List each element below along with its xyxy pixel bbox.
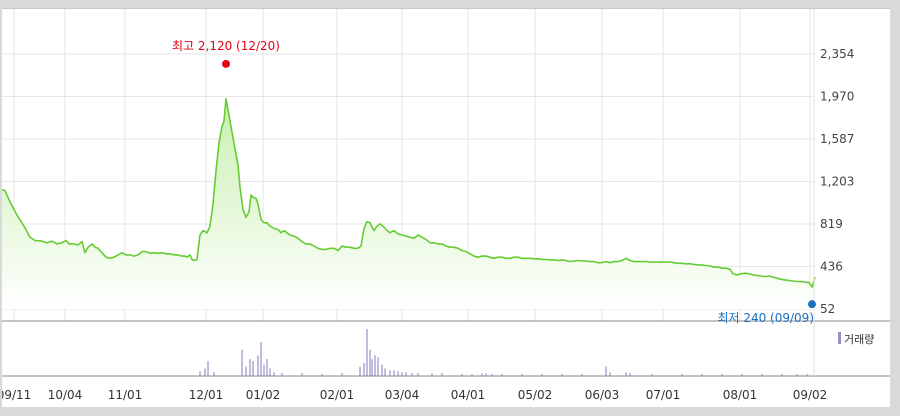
- y-tick-label: 436: [820, 259, 843, 273]
- volume-legend-swatch: [838, 332, 841, 344]
- y-tick-label: 2,354: [820, 47, 854, 61]
- low-annotation: 최저 240 (09/09): [717, 311, 814, 325]
- y-tick-label: 819: [820, 217, 843, 231]
- x-tick-label: 05/02: [518, 388, 553, 402]
- chart-frame: 52 436 819 1,203 1,587 1,970 2,354 거래량 09/11 10/0…: [0, 0, 900, 416]
- chart-panel: 52 436 819 1,203 1,587 1,970 2,354 거래량 09/11 10/0…: [2, 8, 890, 407]
- x-tick-label: 11/01: [108, 388, 143, 402]
- x-tick-label: 06/03: [585, 388, 620, 402]
- x-tick-label: 02/01: [320, 388, 355, 402]
- low-marker: [808, 300, 816, 309]
- x-tick-label: 04/01: [451, 388, 486, 402]
- x-tick-label: 09/02: [793, 388, 828, 402]
- price-area-fill: [2, 98, 815, 309]
- x-tick-label: 07/01: [646, 388, 681, 402]
- price-chart: 52 436 819 1,203 1,587 1,970 2,354 거래량 09/11 10/0…: [2, 9, 890, 402]
- high-marker: [222, 59, 230, 68]
- y-tick-label: 1,587: [820, 132, 854, 146]
- price-area: [2, 98, 816, 309]
- x-tick-label: 01/02: [246, 388, 281, 402]
- y-tick-label: 1,970: [820, 90, 854, 104]
- y-tick-label: 52: [820, 302, 835, 316]
- x-tick-label: 10/04: [48, 388, 83, 402]
- x-tick-label: 08/01: [723, 388, 758, 402]
- high-annotation: 최고 2,120 (12/20): [172, 39, 280, 53]
- x-tick-label: 09/11: [2, 388, 31, 402]
- y-tick-label: 1,203: [820, 175, 854, 189]
- x-tick-label: 12/01: [189, 388, 224, 402]
- volume-bars: [199, 329, 808, 376]
- volume-legend-label: 거래량: [844, 333, 874, 346]
- x-tick-label: 03/04: [385, 388, 420, 402]
